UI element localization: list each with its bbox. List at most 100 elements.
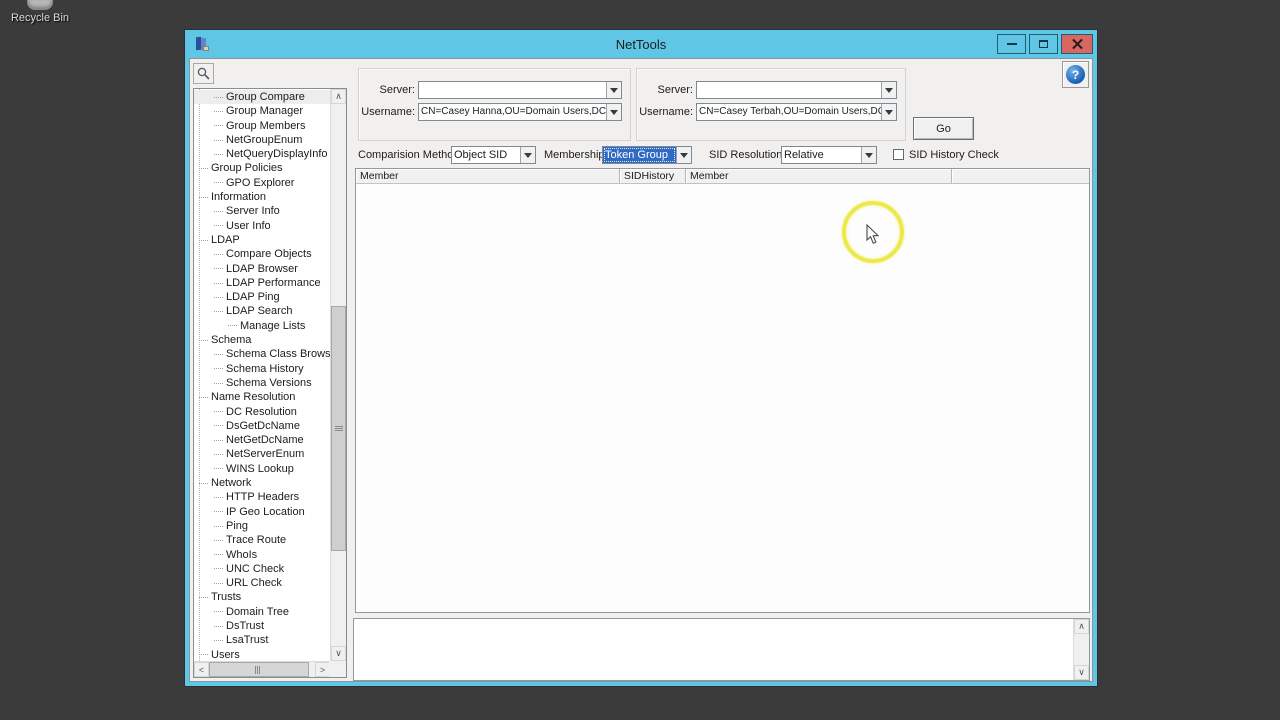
tree-item[interactable]: Schema Versions: [194, 376, 331, 390]
results-grid: Member SIDHistory Member: [355, 168, 1090, 613]
membership-combobox[interactable]: Token Group: [602, 146, 692, 164]
tree-item[interactable]: User Info: [194, 219, 331, 233]
sid-history-checkbox[interactable]: [893, 149, 904, 160]
tree-item[interactable]: Information: [194, 190, 331, 204]
tree-item[interactable]: LDAP Performance: [194, 276, 331, 290]
tree-item[interactable]: Network: [194, 476, 331, 490]
tree-item[interactable]: Manage Lists: [194, 319, 331, 333]
tree-vertical-scrollbar[interactable]: ∧ ∨: [330, 89, 346, 662]
tree-item[interactable]: LDAP Browser: [194, 262, 331, 276]
server-combobox-right[interactable]: [696, 81, 897, 99]
navigation-tree-panel: Group Compare Group Manager Group Members N…: [193, 88, 347, 678]
tree-item[interactable]: LDAP Ping: [194, 290, 331, 304]
tree-item[interactable]: Compare Objects: [194, 247, 331, 261]
tree-item[interactable]: LDAP Search: [194, 304, 331, 318]
scrollbar-thumb[interactable]: [209, 662, 309, 677]
tree-connector: [214, 625, 223, 627]
tree-item[interactable]: Domain Tree: [194, 605, 331, 619]
tree-item[interactable]: Schema: [194, 333, 331, 347]
minimize-button[interactable]: [997, 34, 1026, 54]
comparison-method-combobox[interactable]: Object SID: [451, 146, 536, 164]
tree-item[interactable]: Name Resolution: [194, 390, 331, 404]
thumb-grip-icon: [335, 425, 343, 432]
help-button[interactable]: ?: [1062, 61, 1089, 88]
tree-item[interactable]: UNC Check: [194, 562, 331, 576]
grid-header: Member SIDHistory Member: [356, 169, 1089, 184]
tree-connector: [199, 339, 208, 341]
chevron-down-icon[interactable]: [676, 147, 691, 163]
tree-item[interactable]: Server Info: [194, 204, 331, 218]
tree-item[interactable]: IP Geo Location: [194, 505, 331, 519]
tree-item[interactable]: WhoIs: [194, 548, 331, 562]
tree-connector: [214, 96, 223, 98]
scroll-left-button[interactable]: <: [194, 662, 209, 677]
scrollbar-thumb[interactable]: [331, 306, 346, 551]
tree-item[interactable]: NetQueryDisplayInfo: [194, 147, 331, 161]
tree-item[interactable]: Trace Route: [194, 533, 331, 547]
tree-item[interactable]: Ping: [194, 519, 331, 533]
search-button[interactable]: [193, 63, 214, 84]
chevron-down-icon[interactable]: [606, 82, 621, 98]
grid-column-header[interactable]: [952, 169, 1089, 183]
tree-item[interactable]: DsTrust: [194, 619, 331, 633]
maximize-button[interactable]: [1029, 34, 1058, 54]
thumb-grip-icon: [255, 666, 260, 674]
log-vertical-scrollbar[interactable]: ∧ ∨: [1073, 619, 1089, 680]
scroll-up-button[interactable]: ∧: [1074, 619, 1089, 634]
go-button[interactable]: Go: [913, 117, 974, 140]
tree-horizontal-scrollbar[interactable]: < >: [194, 661, 331, 677]
tree-item[interactable]: Users: [194, 648, 331, 662]
help-icon: ?: [1066, 65, 1085, 84]
close-button[interactable]: [1061, 34, 1093, 54]
server-label: Server:: [379, 84, 415, 96]
chevron-down-icon[interactable]: [520, 147, 535, 163]
comparison-method-label: Comparision Method:: [358, 149, 463, 161]
tree-item[interactable]: Group Manager: [194, 104, 331, 118]
tree-item[interactable]: Trusts: [194, 590, 331, 604]
tree-item[interactable]: URL Check: [194, 576, 331, 590]
scroll-down-button[interactable]: ∨: [1074, 665, 1089, 680]
chevron-down-icon[interactable]: [861, 147, 876, 163]
tree-item[interactable]: DC Resolution: [194, 405, 331, 419]
tree-item[interactable]: NetGroupEnum: [194, 133, 331, 147]
tree-item-label: GPO Explorer: [226, 176, 295, 189]
tree-item[interactable]: Schema Class Browser: [194, 347, 331, 361]
tree-item[interactable]: Group Policies: [194, 161, 331, 175]
titlebar[interactable]: NetTools: [185, 30, 1097, 58]
scroll-right-button[interactable]: >: [315, 662, 330, 677]
sid-resolution-combobox[interactable]: Relative: [781, 146, 877, 164]
tree-connector: [214, 425, 223, 427]
server-combobox-left[interactable]: [418, 81, 622, 99]
scroll-up-button[interactable]: ∧: [331, 89, 346, 104]
grid-column-header[interactable]: Member: [356, 169, 620, 183]
username-combobox-left[interactable]: CN=Casey Hanna,OU=Domain Users,DC=: [418, 103, 622, 121]
chevron-down-icon[interactable]: [881, 82, 896, 98]
tree-item[interactable]: LDAP: [194, 233, 331, 247]
tree-item[interactable]: NetGetDcName: [194, 433, 331, 447]
tree-item[interactable]: GPO Explorer: [194, 176, 331, 190]
tree-connector: [214, 353, 223, 355]
scroll-down-button[interactable]: ∨: [331, 646, 346, 661]
tree-item-label: Group Compare: [226, 91, 305, 103]
grid-column-header[interactable]: SIDHistory: [620, 169, 686, 183]
tree-item[interactable]: WINS Lookup: [194, 462, 331, 476]
chevron-down-icon[interactable]: [606, 104, 621, 120]
tree-item[interactable]: Schema History: [194, 362, 331, 376]
tree-item-label: LDAP Search: [226, 305, 293, 318]
tree-connector: [214, 496, 223, 498]
chevron-down-icon[interactable]: [881, 104, 896, 120]
tree-connector: [214, 539, 223, 541]
tree-connector: [214, 153, 223, 155]
tree-connector: [228, 325, 237, 327]
tree-item[interactable]: Group Compare: [194, 90, 331, 105]
username-combobox-right[interactable]: CN=Casey Terbah,OU=Domain Users,DC=: [696, 103, 897, 121]
grid-column-header[interactable]: Member: [686, 169, 952, 183]
tree-item[interactable]: HTTP Headers: [194, 490, 331, 504]
recycle-bin-desktop-icon[interactable]: Recycle Bin: [8, 0, 72, 24]
nettools-window: NetTools Group Compare Group Manager Group…: [185, 30, 1097, 686]
tree-item[interactable]: NetServerEnum: [194, 447, 331, 461]
tree-item[interactable]: Group Members: [194, 119, 331, 133]
tree-item[interactable]: DsGetDcName: [194, 419, 331, 433]
tree-item[interactable]: LsaTrust: [194, 633, 331, 647]
log-output-box[interactable]: ∧ ∨: [353, 618, 1090, 681]
